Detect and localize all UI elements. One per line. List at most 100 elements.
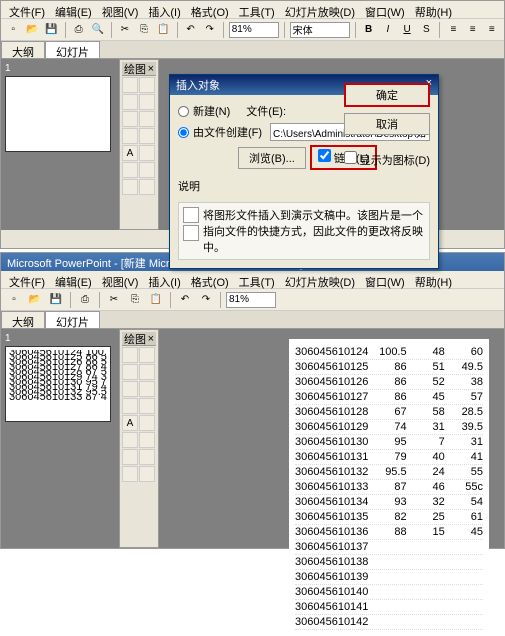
text-tool-icon[interactable]: A [122,145,138,161]
tool-icon[interactable] [139,466,155,482]
menu-edit[interactable]: 编辑(E) [51,3,96,16]
menu-help[interactable]: 帮助(H) [411,273,456,286]
save-icon[interactable]: 💾 [43,21,59,39]
close-icon[interactable]: × [148,333,154,345]
menu-tools[interactable]: 工具(T) [235,273,279,286]
browse-button[interactable]: 浏览(B)... [238,147,306,169]
tool-icon[interactable] [122,347,138,363]
menu-format[interactable]: 格式(O) [187,273,233,286]
tool-icon[interactable] [122,381,138,397]
show-as-icon-checkbox[interactable] [344,151,357,164]
align-center-icon[interactable]: ≡ [465,21,481,39]
tool-icon[interactable] [122,77,138,93]
menu-edit[interactable]: 编辑(E) [51,273,96,286]
open-icon[interactable]: 📂 [24,21,40,39]
embedded-object[interactable]: 306045610124100.54860306045610125865149.… [289,339,489,636]
slide-thumbnail[interactable]: 306045610124 100.5 48 60306045610125 86 … [5,346,111,422]
menu-file[interactable]: 文件(F) [5,273,49,286]
tool-icon[interactable] [139,128,155,144]
tool-icon[interactable] [139,179,155,195]
italic-button[interactable]: I [380,21,396,39]
table-row: 306045610129743139.5 [295,420,483,435]
tool-icon[interactable] [139,145,155,161]
underline-button[interactable]: U [399,21,415,39]
tool-icon[interactable] [122,432,138,448]
from-file-radio[interactable] [178,127,189,138]
text-tool-icon[interactable]: A [122,415,138,431]
workspace: 1 306045610124 100.5 48 60306045610125 8… [1,329,504,548]
cut-icon[interactable]: ✂ [105,291,123,309]
menu-insert[interactable]: 插入(I) [144,273,184,286]
tool-icon[interactable] [122,111,138,127]
drawing-toolbar-header[interactable]: 绘图× [122,332,156,346]
tool-icon[interactable] [139,162,155,178]
tab-slides[interactable]: 幻灯片 [45,311,100,328]
menu-tools[interactable]: 工具(T) [235,3,279,16]
tool-icon[interactable] [122,398,138,414]
tool-icon[interactable] [122,162,138,178]
save-icon[interactable]: 💾 [47,291,65,309]
tab-outline[interactable]: 大纲 [1,311,45,328]
slide-thumbnail[interactable] [5,76,111,152]
tool-icon[interactable] [122,466,138,482]
link-checkbox[interactable] [318,149,331,162]
tool-icon[interactable] [139,347,155,363]
ok-button[interactable]: 确定 [344,83,430,107]
tool-icon[interactable] [139,94,155,110]
table-cell: 31 [415,421,445,433]
paste-icon[interactable]: 📋 [147,291,165,309]
tool-icon[interactable] [139,364,155,380]
menu-format[interactable]: 格式(O) [187,3,233,16]
new-icon[interactable]: ▫ [5,21,21,39]
tool-icon[interactable] [122,179,138,195]
print-icon[interactable]: ⎙ [71,21,87,39]
tool-icon[interactable] [139,415,155,431]
menu-view[interactable]: 视图(V) [98,3,143,16]
copy-icon[interactable]: ⎘ [136,21,152,39]
tool-icon[interactable] [139,398,155,414]
tool-icon[interactable] [139,77,155,93]
align-left-icon[interactable]: ≡ [445,21,461,39]
tool-icon[interactable] [122,128,138,144]
zoom-input[interactable] [229,22,279,38]
menu-file[interactable]: 文件(F) [5,3,49,16]
tool-icon[interactable] [122,94,138,110]
cut-icon[interactable]: ✂ [117,21,133,39]
tool-icon[interactable] [139,381,155,397]
tool-icon[interactable] [139,111,155,127]
create-new-radio[interactable] [178,106,189,117]
align-right-icon[interactable]: ≡ [484,21,500,39]
tab-outline[interactable]: 大纲 [1,41,45,58]
table-row: 30604561013095731 [295,435,483,450]
paste-icon[interactable]: 📋 [155,21,171,39]
redo-icon[interactable]: ↷ [197,291,215,309]
drawing-toolbar-header[interactable]: 绘图× [122,62,156,76]
tool-icon[interactable] [122,449,138,465]
menu-slideshow[interactable]: 幻灯片放映(D) [281,3,359,16]
tab-slides[interactable]: 幻灯片 [45,41,100,58]
font-select[interactable] [290,22,350,38]
menu-view[interactable]: 视图(V) [98,273,143,286]
preview-icon[interactable]: 🔍 [90,21,106,39]
tool-icon[interactable] [139,449,155,465]
cancel-button[interactable]: 取消 [344,113,430,135]
undo-icon[interactable]: ↶ [182,21,198,39]
zoom-input[interactable] [226,292,276,308]
print-icon[interactable]: ⎙ [76,291,94,309]
tool-icon[interactable] [139,432,155,448]
menu-help[interactable]: 帮助(H) [411,3,456,16]
menu-window[interactable]: 窗口(W) [361,273,409,286]
new-icon[interactable]: ▫ [5,291,23,309]
tool-icon[interactable] [122,364,138,380]
open-icon[interactable]: 📂 [26,291,44,309]
menu-insert[interactable]: 插入(I) [144,3,184,16]
menu-window[interactable]: 窗口(W) [361,3,409,16]
menu-slideshow[interactable]: 幻灯片放映(D) [281,273,359,286]
table-row: 306045610133874655c [295,480,483,495]
shadow-button[interactable]: S [418,21,434,39]
bold-button[interactable]: B [361,21,377,39]
close-icon[interactable]: × [148,63,154,75]
copy-icon[interactable]: ⎘ [126,291,144,309]
undo-icon[interactable]: ↶ [176,291,194,309]
redo-icon[interactable]: ↷ [202,21,218,39]
